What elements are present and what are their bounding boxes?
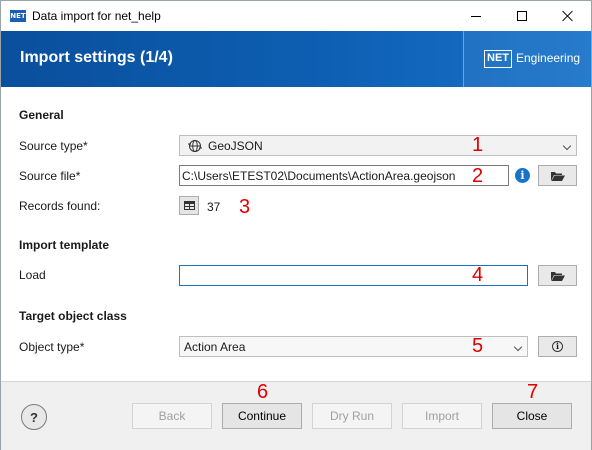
annotation-6: 6 [257, 381, 269, 403]
browse-source-file-button[interactable] [538, 165, 577, 186]
chevron-down-icon [562, 141, 572, 151]
annotation-5: 5 [472, 335, 484, 357]
source-type-label: Source type* [19, 139, 88, 153]
info-icon[interactable]: i [515, 168, 530, 183]
close-button[interactable]: Close [492, 403, 572, 429]
import-template-heading: Import template [19, 238, 110, 252]
maximize-icon [517, 11, 527, 21]
source-type-value: GeoJSON [208, 139, 263, 153]
annotation-7: 7 [527, 381, 539, 403]
source-type-select[interactable]: GeoJSON [179, 135, 577, 156]
import-button[interactable]: Import [402, 403, 482, 429]
folder-open-icon [550, 271, 565, 281]
chevron-down-icon [513, 342, 523, 352]
general-heading: General [19, 108, 64, 122]
header-banner: Import settings (1/4) NET Engineering [1, 31, 591, 87]
brand-text: Engineering [516, 51, 581, 65]
source-file-input[interactable]: C:\Users\ETEST02\Documents\ActionArea.ge… [179, 165, 509, 186]
continue-button[interactable]: Continue [222, 403, 302, 429]
minimize-button[interactable] [453, 1, 499, 31]
minimize-icon [471, 15, 481, 17]
close-window-button[interactable] [545, 1, 591, 31]
table-icon [183, 201, 195, 210]
maximize-button[interactable] [499, 1, 545, 31]
back-button[interactable]: Back [132, 403, 212, 429]
annotation-4: 4 [472, 264, 484, 286]
info-circle-icon: i [552, 341, 563, 352]
import-dialog: NET Data import for net_help Import sett… [0, 0, 592, 450]
records-count: 37 [207, 200, 221, 214]
annotation-2: 2 [472, 165, 484, 187]
source-file-label: Source file* [19, 169, 81, 183]
help-button[interactable]: ? [21, 404, 47, 430]
object-type-value: Action Area [184, 340, 246, 354]
records-table-button[interactable] [179, 196, 199, 215]
target-object-class-heading: Target object class [19, 309, 127, 323]
close-icon [562, 10, 574, 22]
title-bar: NET Data import for net_help [1, 1, 591, 31]
app-icon: NET [10, 10, 26, 22]
brand-logo: NET Engineering [463, 31, 591, 87]
net-logo: NET [484, 50, 512, 68]
annotation-3: 3 [239, 196, 251, 218]
window-title: Data import for net_help [32, 9, 161, 23]
object-type-info-button[interactable]: i [538, 336, 577, 357]
object-type-label: Object type* [19, 340, 85, 354]
dry-run-button[interactable]: Dry Run [312, 403, 392, 429]
folder-open-icon [550, 171, 565, 181]
globe-icon [188, 139, 202, 156]
source-file-value: C:\Users\ETEST02\Documents\ActionArea.ge… [182, 169, 456, 183]
load-label: Load [19, 268, 46, 282]
records-found-label: Records found: [19, 199, 101, 213]
annotation-1: 1 [472, 134, 484, 156]
page-title: Import settings (1/4) [20, 49, 173, 66]
browse-template-button[interactable] [538, 265, 577, 286]
